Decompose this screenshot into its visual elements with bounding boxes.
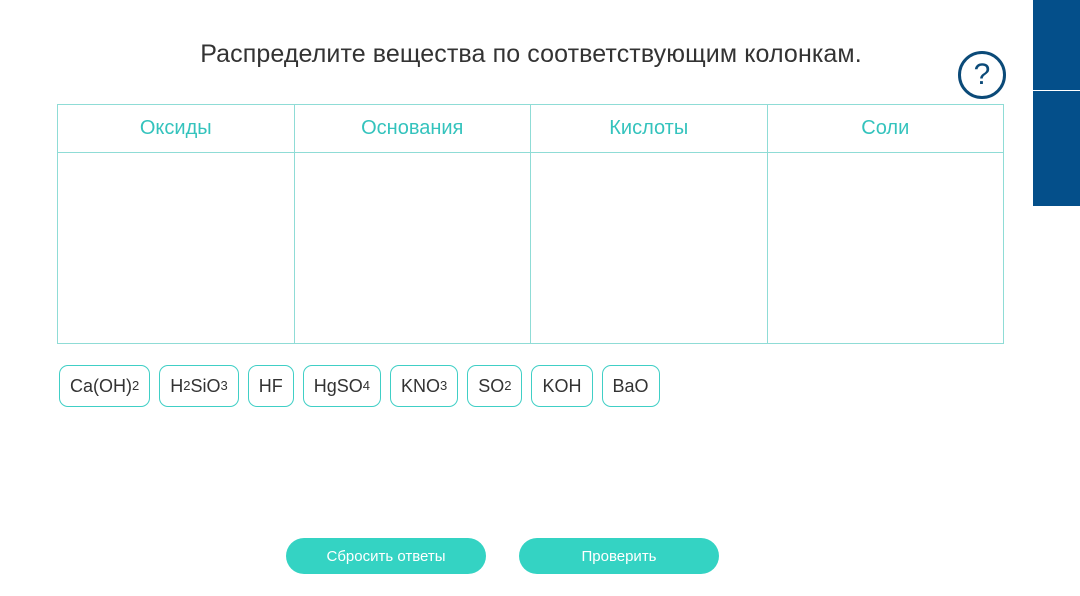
side-panel-tab-bottom[interactable]: [1033, 91, 1080, 206]
formula-text: BaO: [612, 375, 649, 396]
column-bases: Основания: [294, 105, 531, 343]
formula-text: HgSO: [313, 375, 363, 396]
formula-text: HF: [258, 375, 283, 396]
substance-chip[interactable]: H 2 SiO 3: [159, 365, 239, 407]
column-header: Основания: [294, 105, 530, 153]
substance-chip[interactable]: SO 2: [467, 365, 523, 407]
column-acids: Кислоты: [531, 105, 768, 343]
help-button[interactable]: ?: [958, 51, 1006, 99]
column-salts: Соли: [767, 105, 1004, 343]
column-header: Кислоты: [531, 105, 767, 153]
substance-chip[interactable]: KNO 3: [389, 365, 459, 407]
reset-answers-button[interactable]: Сбросить ответы: [286, 538, 486, 574]
substance-chip[interactable]: Ca(OH) 2: [59, 365, 151, 407]
substance-chip-list: Ca(OH) 2 H 2 SiO 3 HF HgSO 4 KNO 3 SO 2 KOH BaO: [59, 365, 660, 407]
formula-text: Ca(OH): [70, 375, 132, 396]
column-oxides: Оксиды: [58, 105, 295, 343]
substance-chip[interactable]: KOH: [531, 365, 593, 407]
column-header: Оксиды: [58, 105, 294, 153]
question-icon: ?: [973, 58, 991, 91]
formula-text: KOH: [542, 375, 582, 396]
drop-zone-salts[interactable]: [768, 153, 1004, 343]
task-title: Распределите вещества по соответствующим…: [200, 40, 862, 68]
substance-chip[interactable]: HF: [247, 365, 294, 407]
check-button[interactable]: Проверить: [519, 538, 719, 574]
drop-zone-oxides[interactable]: [58, 153, 294, 343]
exercise-page: Распределите вещества по соответствующим…: [0, 0, 1080, 596]
formula-text: SO: [478, 375, 505, 396]
column-header: Соли: [767, 105, 1003, 153]
substance-chip[interactable]: HgSO 4: [302, 365, 381, 407]
drop-zone-bases[interactable]: [295, 153, 531, 343]
formula-text: H: [170, 375, 184, 396]
drop-zone-acids[interactable]: [531, 153, 767, 343]
formula-text: SiO: [190, 375, 221, 396]
sorting-table: Оксиды Основания Кислоты Соли: [57, 104, 1004, 344]
formula-text: KNO: [400, 375, 440, 396]
substance-chip[interactable]: BaO: [601, 365, 660, 407]
